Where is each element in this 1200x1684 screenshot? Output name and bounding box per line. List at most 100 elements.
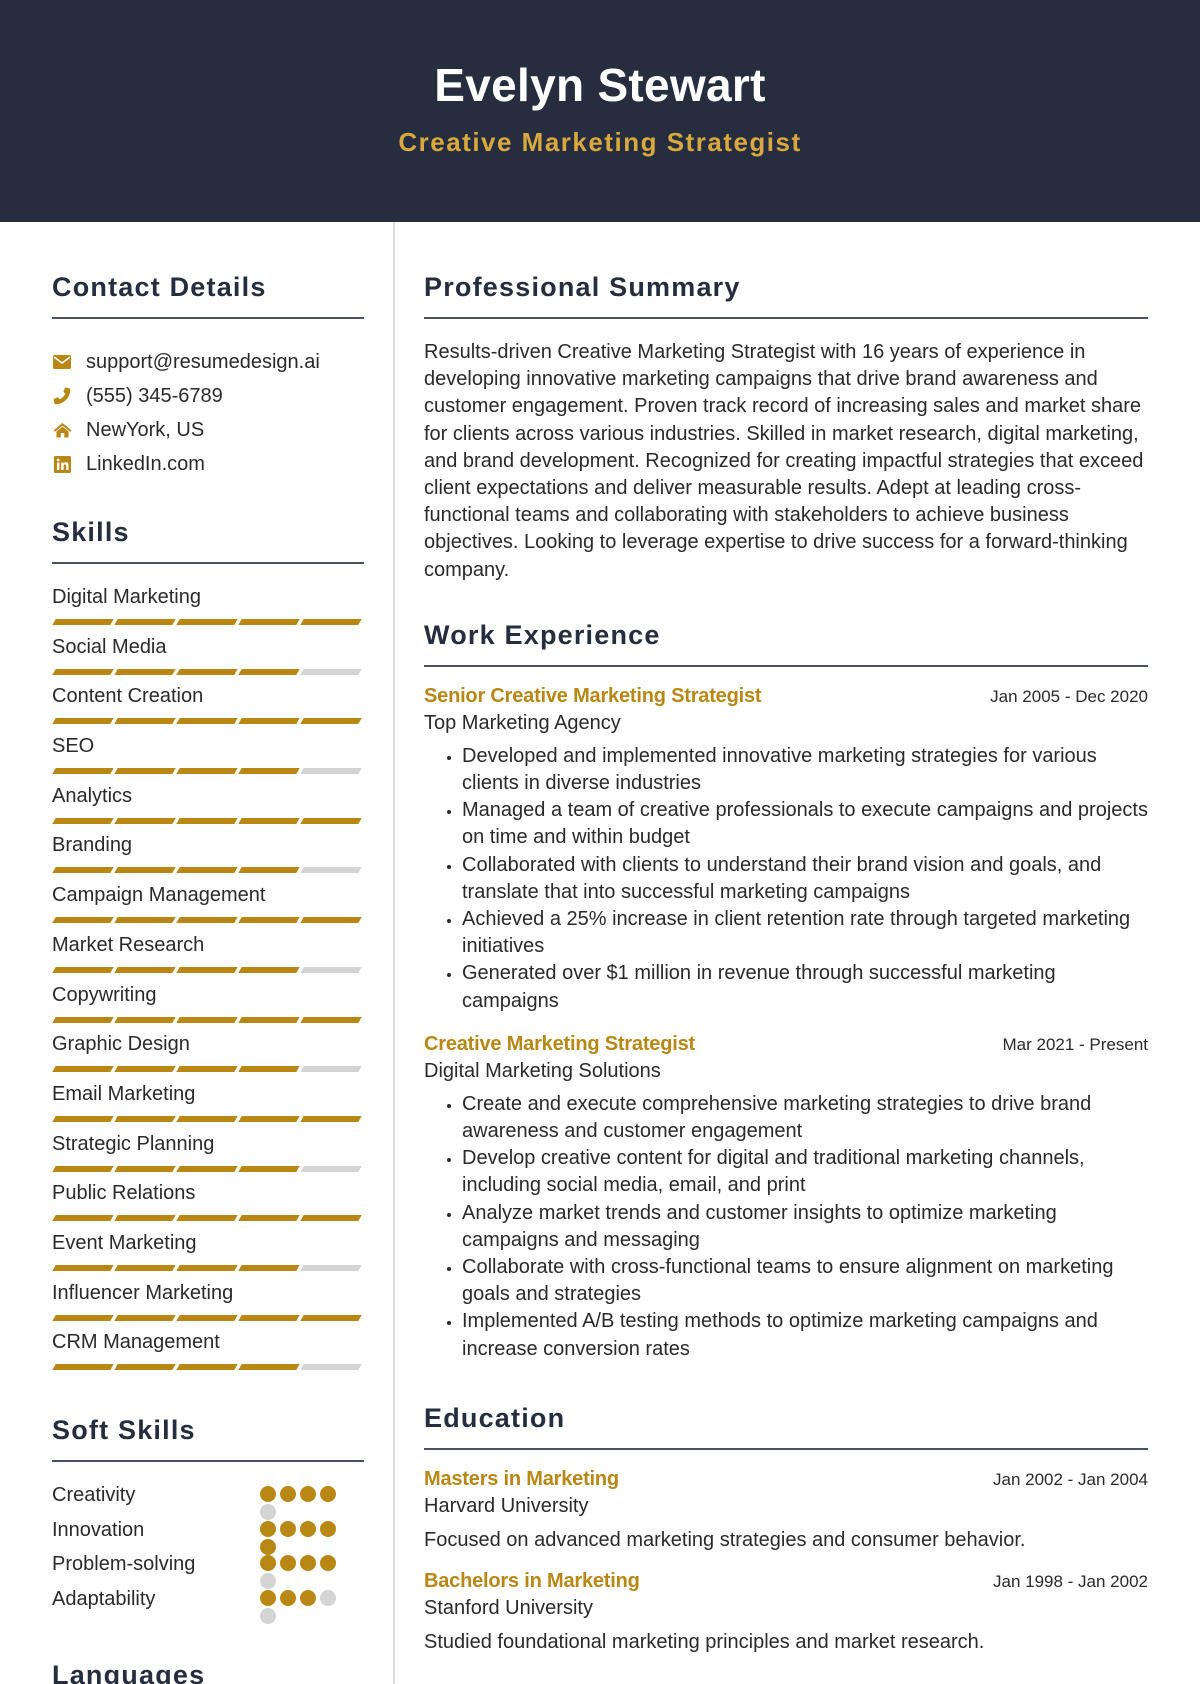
- job-bullet: Analyze market trends and customer insig…: [462, 1200, 1148, 1254]
- skill-segment-filled: [52, 768, 114, 775]
- skill-level-bar: [52, 1165, 364, 1172]
- summary-text: Results-driven Creative Marketing Strate…: [424, 341, 1144, 581]
- skill-level-bar: [52, 917, 364, 924]
- skill-segment-filled: [114, 668, 176, 675]
- skill-segment-empty: [300, 1364, 362, 1371]
- skills-list: Digital Marketing Social Media Content Cre…: [52, 584, 364, 1379]
- summary-heading: Professional Summary: [424, 272, 741, 302]
- envelope-icon: [52, 352, 72, 372]
- section-rule: [52, 1460, 364, 1462]
- skill-segment-filled: [300, 1215, 362, 1222]
- skill-name: Campaign Management: [52, 884, 266, 907]
- skill-segment-filled: [114, 1016, 176, 1023]
- skill-level-bar: [52, 1215, 364, 1222]
- skill-name: Analytics: [52, 784, 133, 807]
- section-rule: [424, 664, 1148, 667]
- job-title: Senior Creative Marketing Strategist: [424, 684, 762, 707]
- skill-segment-filled: [114, 917, 176, 924]
- skill-segment-filled: [114, 867, 176, 874]
- skill-level-bar: [52, 867, 364, 874]
- linkedin-icon: [52, 454, 72, 474]
- skill-segment-filled: [238, 817, 300, 824]
- skill-level-bar: [52, 817, 364, 824]
- skill-name: Public Relations: [52, 1182, 196, 1205]
- skill-segment-filled: [114, 1364, 176, 1371]
- skill-segment-filled: [238, 1066, 300, 1073]
- soft-skill-rating: [260, 1586, 350, 1624]
- skill-segment-filled: [300, 917, 362, 924]
- education-header: Bachelors in Marketing Jan 1998 - Jan 200…: [424, 1570, 1148, 1593]
- skill-name: Influencer Marketing: [52, 1281, 234, 1304]
- skill-name: Content Creation: [52, 685, 204, 708]
- skill-segment-filled: [52, 817, 114, 824]
- skill-segment-filled: [300, 1016, 362, 1023]
- contact-phone[interactable]: (555) 345-6789: [52, 379, 364, 413]
- job-company: Top Marketing Agency: [424, 711, 621, 734]
- job-bullet: Collaborated with clients to understand …: [462, 852, 1148, 906]
- skill-segment-filled: [52, 1364, 114, 1371]
- skill-segment-filled: [176, 817, 238, 824]
- job-bullet: Managed a team of creative professionals…: [462, 797, 1148, 851]
- skill-segment-empty: [300, 668, 362, 675]
- degree-title: Masters in Marketing: [424, 1467, 619, 1490]
- skill-segment-filled: [176, 917, 238, 924]
- job-bullet: Achieved a 25% increase in client retent…: [462, 906, 1148, 960]
- contact-phone-text: (555) 345-6789: [86, 384, 223, 407]
- skill-segment-filled: [238, 1314, 300, 1321]
- skill-level-bar: [52, 1066, 364, 1073]
- job-bullet: Develop creative content for digital and…: [462, 1145, 1148, 1199]
- skill-segment-filled: [176, 668, 238, 675]
- skill-segment-filled: [176, 1314, 238, 1321]
- job-bullets: Create and execute comprehensive marketi…: [424, 1091, 1148, 1363]
- soft-skill-item: Innovation: [52, 1517, 364, 1555]
- skill-segment-filled: [238, 1165, 300, 1172]
- skill-segment-filled: [238, 619, 300, 625]
- rating-dot-filled: [260, 1589, 276, 1606]
- soft-skills-list: Creativity Innovation Problem-solving Adapt…: [52, 1482, 364, 1624]
- skill-segment-filled: [52, 668, 114, 675]
- skill-name: Branding: [52, 834, 133, 857]
- skill-name: Graphic Design: [52, 1033, 190, 1056]
- rating-dot-filled: [280, 1589, 296, 1606]
- skill-segment-filled: [114, 1165, 176, 1172]
- skill-item: Analytics: [52, 783, 364, 833]
- rating-dot-filled: [260, 1486, 276, 1502]
- skill-name: SEO: [52, 735, 95, 758]
- skill-segment-filled: [52, 1264, 114, 1271]
- soft-skill-name: Problem-solving: [52, 1553, 196, 1575]
- languages-section: Languages: [52, 1660, 364, 1684]
- skill-level-bar: [52, 718, 364, 725]
- education-header: Masters in Marketing Jan 2002 - Jan 2004: [424, 1468, 1148, 1491]
- skill-level-bar: [52, 1115, 364, 1122]
- contact-heading: Contact Details: [52, 272, 267, 302]
- skill-segment-filled: [238, 966, 300, 973]
- contact-linkedin[interactable]: LinkedIn.com: [52, 447, 364, 481]
- skill-item: Branding: [52, 832, 364, 882]
- skill-item: Influencer Marketing: [52, 1280, 364, 1330]
- rating-dot-filled: [260, 1538, 276, 1555]
- skill-level-bar: [52, 768, 364, 775]
- job-bullet: Implemented A/B testing methods to optim…: [462, 1308, 1148, 1362]
- contact-email[interactable]: support@resumedesign.ai: [52, 345, 364, 379]
- column-divider: [393, 222, 395, 1684]
- skill-segment-filled: [176, 1215, 238, 1222]
- skill-segment-filled: [114, 1115, 176, 1122]
- skill-segment-filled: [176, 619, 238, 625]
- skill-segment-filled: [52, 718, 114, 725]
- skill-segment-filled: [176, 1364, 238, 1371]
- contact-location: NewYork, US: [52, 413, 364, 447]
- skill-segment-empty: [300, 1165, 362, 1172]
- skill-item: Copywriting: [52, 982, 364, 1032]
- contact-section: Contact Details support@resumedesign.ai …: [52, 272, 364, 481]
- rating-dot-filled: [280, 1520, 296, 1537]
- home-icon: [52, 420, 72, 440]
- soft-skill-rating: [260, 1551, 350, 1589]
- skill-segment-filled: [176, 1264, 238, 1271]
- skill-item: Public Relations: [52, 1180, 364, 1230]
- skill-segment-filled: [176, 1016, 238, 1023]
- skill-segment-filled: [114, 768, 176, 775]
- skill-item: Strategic Planning: [52, 1131, 364, 1181]
- degree-title: Bachelors in Marketing: [424, 1569, 640, 1592]
- skill-level-bar: [52, 1016, 364, 1023]
- skill-segment-filled: [52, 1016, 114, 1023]
